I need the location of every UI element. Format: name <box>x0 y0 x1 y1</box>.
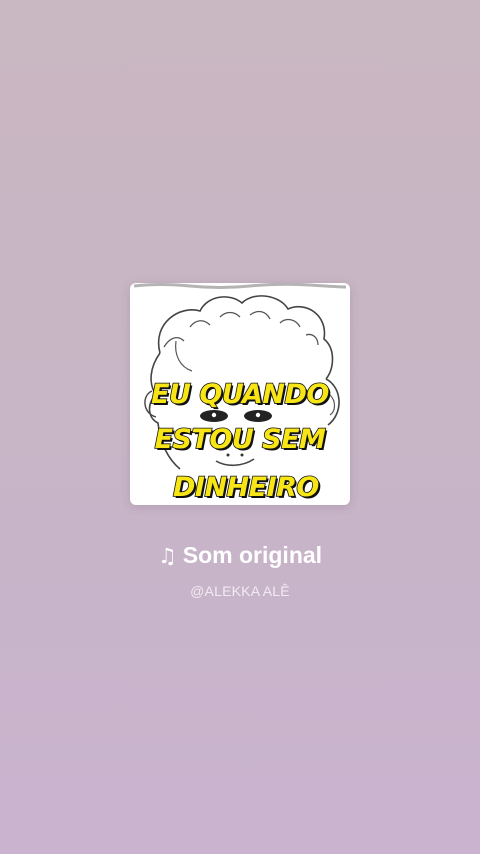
meme-caption-line-3: DINHEIRO <box>172 472 320 503</box>
music-note-icon: ♫ <box>157 544 177 568</box>
meme-caption-line-1: EU QUANDO <box>150 379 330 410</box>
sound-title-row[interactable]: ♫ Som original <box>0 540 480 571</box>
meme-caption-line-2: ESTOU SEM <box>154 424 327 455</box>
sound-title: Som original <box>182 542 323 568</box>
sound-author-handle[interactable]: @ALEKKA ALÊ <box>0 582 480 600</box>
sound-cover-image[interactable]: EU QUANDO ESTOU SEM DINHEIRO <box>130 283 350 505</box>
